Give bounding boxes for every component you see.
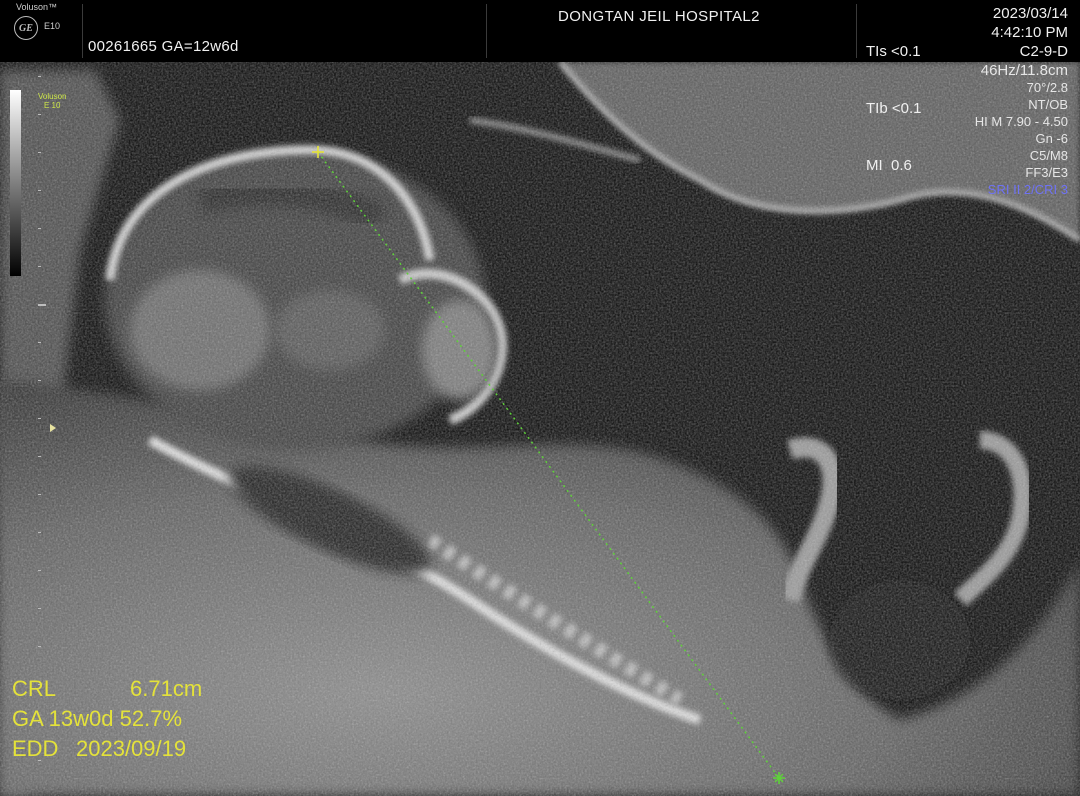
header-divider [856, 4, 857, 58]
imaging-parameters: 46Hz/11.8cm 70°/2.8 NT/OB HI M 7.90 - 4.… [975, 62, 1068, 198]
depth-tick [38, 114, 41, 115]
depth-tick [38, 190, 41, 191]
measurement-panel: CRL 6.71cm GA 13w0d 52.7% EDD 2023/09/19 [12, 674, 202, 764]
depth-tick [38, 570, 41, 571]
param-frame: FF3/E3 [1025, 165, 1068, 180]
param-harmonic: HI M 7.90 - 4.50 [974, 114, 1068, 129]
param-angle: 70°/2.8 [1026, 80, 1068, 95]
focus-marker-icon[interactable] [50, 424, 56, 432]
header-divider [486, 4, 487, 58]
brand-label: Voluson™ [16, 2, 58, 12]
depth-tick [38, 342, 41, 343]
param-preset: NT/OB [1028, 97, 1068, 112]
hospital-name: DONGTAN JEIL HOSPITAL2 [558, 8, 760, 25]
depth-tick [38, 418, 41, 419]
crl-label: CRL [12, 676, 57, 701]
depth-tick [38, 646, 41, 647]
param-gain: Gn -6 [1035, 131, 1068, 146]
grayscale-label-model: E 10 [44, 101, 61, 110]
edd-value: 2023/09/19 [76, 736, 187, 761]
tib-value: TIb <0.1 [866, 100, 922, 117]
param-sri-cri: SRI II 2/CRI 3 [987, 182, 1068, 197]
model-label: E10 [44, 21, 61, 31]
depth-tick [38, 304, 46, 306]
depth-tick [38, 456, 41, 457]
param-frequency-depth: 46Hz/11.8cm [980, 62, 1068, 79]
datetime-block: 2023/03/14 4:42:10 PM C2-9-D [991, 4, 1068, 61]
crl-row: CRL 6.71cm [12, 674, 202, 704]
depth-tick [38, 532, 41, 533]
crl-value: 6.71cm [130, 676, 203, 701]
header-bar: Voluson™ GE E10 00261665 GA=12w6d DONGTA… [0, 0, 1080, 174]
depth-tick [38, 608, 41, 609]
exam-time: 4:42:10 PM [991, 24, 1068, 41]
header-divider [82, 4, 83, 58]
ga-row: GA 13w0d 52.7% [12, 704, 182, 734]
tis-value: TIs <0.1 [866, 43, 921, 60]
grayscale-label: Voluson E 10 [38, 92, 66, 110]
thermal-index-block: TIs <0.1 TIb <0.1 MI 0.6 [866, 4, 921, 213]
ga-value: GA 13w0d 52.7% [12, 706, 183, 731]
depth-tick [38, 266, 41, 267]
grayscale-bar [10, 90, 21, 276]
grayscale-label-brand: Voluson [38, 92, 67, 101]
exam-date: 2023/03/14 [992, 5, 1068, 22]
probe-name: C2-9-D [1019, 43, 1068, 60]
depth-tick [38, 76, 41, 77]
param-map: C5/M8 [1029, 148, 1068, 163]
depth-tick [38, 494, 41, 495]
depth-tick [38, 228, 41, 229]
depth-tick [38, 380, 41, 381]
ultrasound-screen: Voluson™ GE E10 00261665 GA=12w6d DONGTA… [0, 0, 1080, 796]
mi-value: MI 0.6 [866, 157, 912, 174]
depth-tick [38, 152, 41, 153]
edd-label: EDD [12, 736, 59, 761]
ge-logo-icon: GE [14, 16, 38, 40]
patient-info: 00261665 GA=12w6d [88, 38, 239, 55]
edd-row: EDD 2023/09/19 [12, 734, 186, 764]
